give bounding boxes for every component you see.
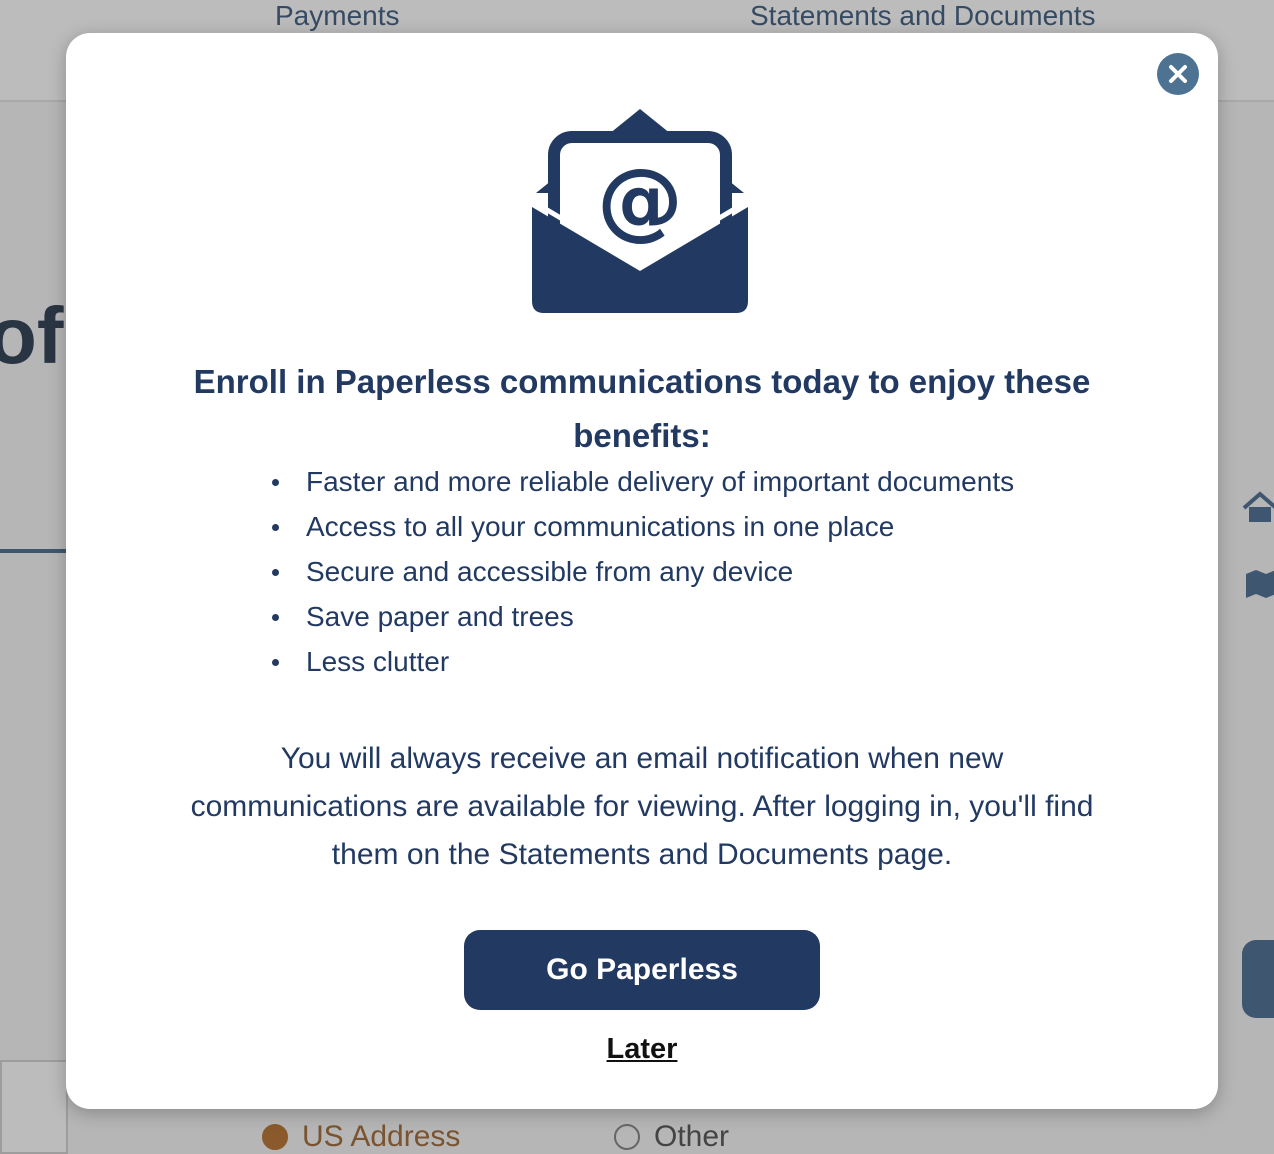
home-icon[interactable] <box>1240 490 1274 524</box>
radio-selected-icon <box>262 1124 288 1150</box>
modal-title: Enroll in Paperless communications today… <box>193 363 1091 454</box>
radio-unselected-icon <box>614 1124 640 1150</box>
list-item: Access to all your communications in one… <box>271 504 1014 549</box>
map-icon[interactable] <box>1240 566 1274 600</box>
nav-statements-documents[interactable]: Statements and Documents <box>750 0 1096 32</box>
side-tab-button[interactable] <box>1242 940 1274 1018</box>
close-button[interactable] <box>1157 53 1199 95</box>
list-item: Save paper and trees <box>271 594 1014 639</box>
radio-other[interactable]: Other <box>614 1120 729 1154</box>
go-paperless-button[interactable]: Go Paperless <box>464 930 820 1010</box>
notification-notice: You will always receive an email notific… <box>190 742 1094 871</box>
nav-payments[interactable]: Payments <box>275 0 400 32</box>
list-item: Secure and accessible from any device <box>271 549 1014 594</box>
radio-us-address-label: US Address <box>302 1120 461 1153</box>
close-icon <box>1169 65 1187 83</box>
svg-text:@: @ <box>597 150 683 250</box>
page-heading-partial: of <box>0 291 64 380</box>
envelope-at-icon: @ <box>532 109 748 313</box>
background-card <box>0 1060 68 1154</box>
later-link[interactable]: Later <box>542 1033 742 1066</box>
benefits-list: Faster and more reliable delivery of imp… <box>271 459 1014 684</box>
list-item: Less clutter <box>271 639 1014 684</box>
paperless-modal: @ Enroll in Paperless communications tod… <box>66 33 1218 1109</box>
list-item: Faster and more reliable delivery of imp… <box>271 459 1014 504</box>
radio-us-address[interactable]: US Address <box>262 1120 460 1154</box>
radio-other-label: Other <box>654 1120 730 1153</box>
